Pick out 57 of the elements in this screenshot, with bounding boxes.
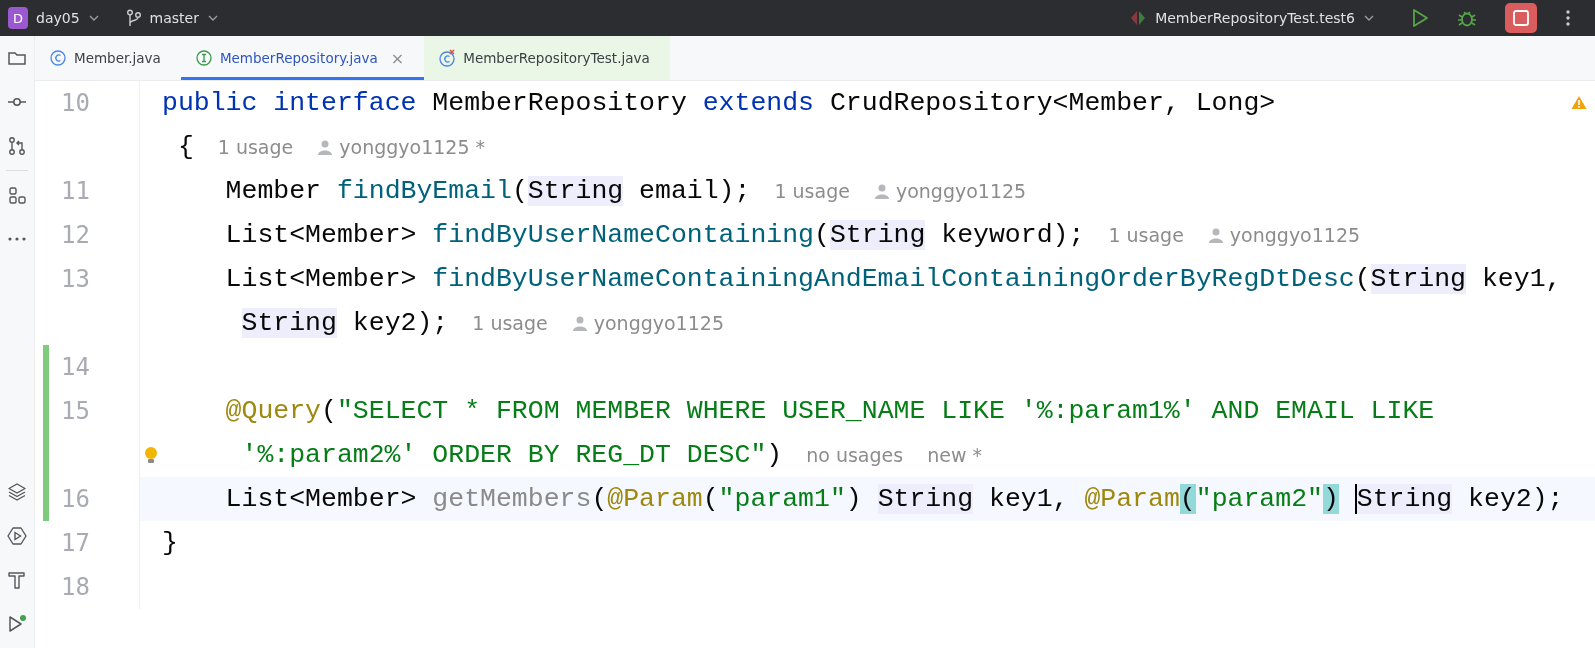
code-line: public interface MemberRepository extends CrudRepository<Member, Long> [162, 88, 1276, 118]
pull-request-icon[interactable] [7, 136, 27, 156]
structure-icon[interactable] [7, 185, 27, 205]
person-icon [873, 183, 890, 199]
code-line: } [162, 528, 178, 558]
line-number: 12 [61, 221, 90, 249]
stop-icon[interactable] [1512, 9, 1530, 27]
project-badge: D [8, 7, 28, 29]
interface-icon [194, 49, 213, 67]
line-number: 14 [61, 353, 90, 381]
services-icon[interactable] [7, 526, 27, 546]
code-line: String key2); [241, 308, 449, 338]
code-line: '%:param2%' ORDER BY REG_DT DESC") [241, 440, 783, 470]
line-number: 13 [61, 265, 90, 293]
line-number: 18 [61, 573, 90, 601]
code-line: List<Member> findByUserNameContainingAndEmailContainingOrderByRegDtDesc(String key1, [225, 264, 1562, 294]
run-configuration[interactable]: MemberRepositoryTest.test6 [1155, 10, 1355, 26]
branch-icon [125, 9, 142, 27]
layers-icon[interactable] [7, 482, 27, 502]
usage-hint[interactable]: 1 usage [217, 136, 294, 158]
stop-button[interactable] [1505, 3, 1537, 33]
code-line: Member findByEmail(String email); [225, 176, 751, 206]
author-hint[interactable]: yonggyo1125 [571, 312, 724, 334]
play-icon[interactable] [1411, 8, 1429, 28]
code-line: { [177, 132, 194, 162]
code-line: @Query("SELECT * FROM MEMBER WHERE USER_NAME LIKE '%:param1%' AND EMAIL LIKE [225, 396, 1435, 426]
branch-name[interactable]: master [149, 10, 199, 26]
author-hint[interactable]: yonggyo1125 * [317, 136, 486, 158]
line-number: 11 [61, 177, 90, 205]
run-config-icon [1129, 9, 1148, 27]
person-icon [317, 139, 334, 155]
test-class-icon [438, 49, 457, 67]
code-line: List<Member> getMembers(@Param("param1") String key1, @Param("param2") String key2); [225, 484, 1564, 514]
line-number: 10 [61, 89, 90, 117]
usage-hint[interactable]: 1 usage [774, 180, 850, 202]
class-icon [49, 49, 67, 67]
file-tab[interactable]: MemberRepositoryTest.java [424, 36, 670, 80]
file-tab[interactable]: Member.java [35, 36, 181, 80]
code-line: List<Member> findByUserNameContaining(String keyword); [225, 220, 1085, 250]
close-tab-button[interactable]: × [390, 48, 405, 68]
bug-icon[interactable] [1457, 8, 1477, 28]
run-icon[interactable] [7, 614, 27, 634]
usage-hint[interactable]: no usages [806, 444, 904, 466]
lightbulb-icon[interactable] [144, 446, 158, 464]
person-icon [571, 315, 588, 331]
usage-hint[interactable]: 1 usage [472, 312, 548, 334]
line-number: 15 [61, 397, 90, 425]
project-name[interactable]: day05 [36, 10, 80, 26]
author-hint[interactable]: yonggyo1125 [1207, 224, 1361, 246]
line-number: 17 [61, 529, 90, 557]
more-icon[interactable] [1565, 9, 1571, 27]
person-icon [1207, 227, 1224, 243]
usage-hint[interactable]: 1 usage [1108, 224, 1184, 246]
hammer-icon[interactable] [7, 570, 27, 590]
author-hint[interactable]: new * [927, 444, 982, 466]
author-hint[interactable]: yonggyo1125 [873, 180, 1027, 202]
line-number: 16 [61, 485, 90, 513]
